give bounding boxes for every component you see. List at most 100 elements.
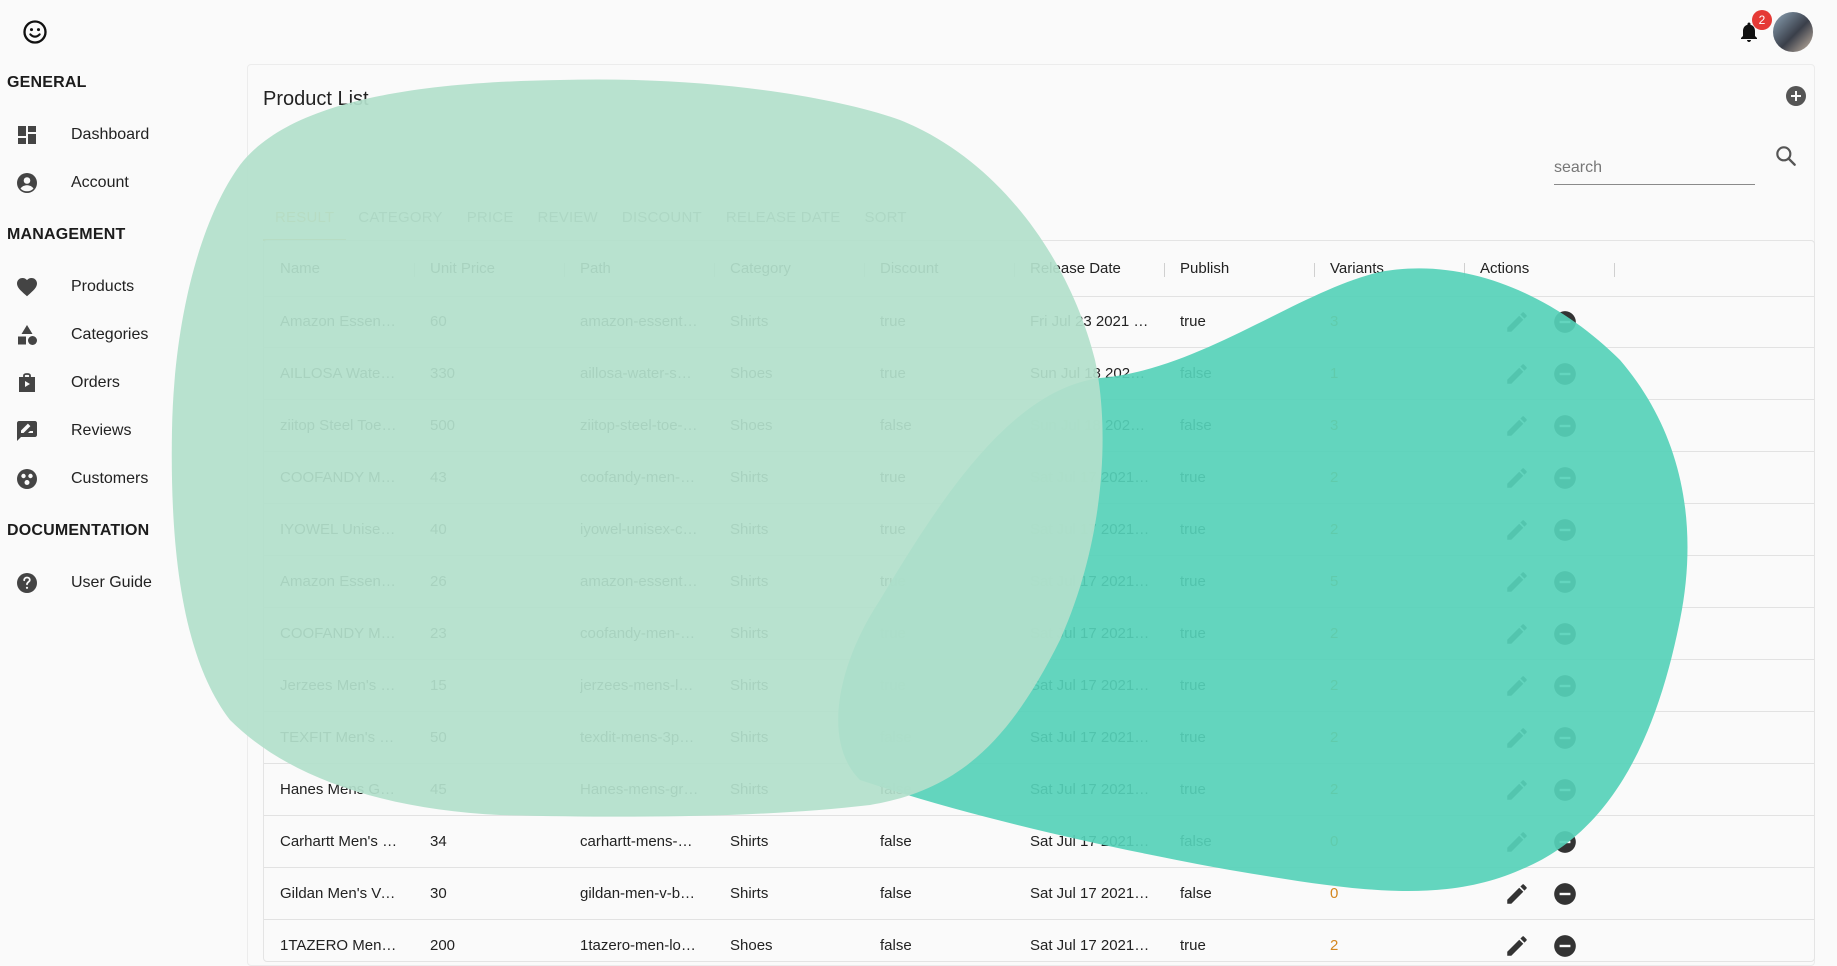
edit-icon[interactable]	[1504, 309, 1530, 335]
sidebar-item-orders[interactable]: Orders	[0, 363, 230, 403]
sidebar-item-dashboard[interactable]: Dashboard	[0, 115, 230, 155]
remove-icon[interactable]	[1552, 829, 1578, 855]
remove-icon[interactable]	[1552, 621, 1578, 647]
sidebar-item-account[interactable]: Account	[0, 163, 230, 203]
edit-icon[interactable]	[1504, 777, 1530, 803]
sidebar-item-products[interactable]: Products	[0, 267, 230, 307]
edit-icon[interactable]	[1504, 465, 1530, 491]
column-header-publish[interactable]: Publish	[1180, 241, 1229, 296]
remove-icon[interactable]	[1552, 777, 1578, 803]
column-header-variants[interactable]: Variants	[1330, 241, 1384, 296]
column-separator[interactable]	[1014, 263, 1015, 277]
column-header-category[interactable]: Category	[730, 241, 791, 296]
cell-discount: true	[880, 313, 906, 330]
table-row[interactable]: Carhartt Men's … 34 carhartt-mens-k… Shirts…	[264, 816, 1814, 868]
remove-icon[interactable]	[1552, 673, 1578, 699]
remove-icon[interactable]	[1552, 361, 1578, 387]
column-separator[interactable]	[1614, 263, 1615, 277]
cell-publish: true	[1180, 573, 1206, 590]
table-row[interactable]: COOFANDY Me… 43 coofandy-men-c… Shirts true S…	[264, 452, 1814, 504]
column-header-discount[interactable]: Discount	[880, 241, 938, 296]
column-separator[interactable]	[564, 263, 565, 277]
column-header-unit-price[interactable]: Unit Price	[430, 241, 495, 296]
table-row[interactable]: 1TAZERO Men… 200 1tazero-men-lo… Shoes false…	[264, 920, 1814, 961]
cell-unit-price: 50	[430, 729, 447, 746]
column-separator[interactable]	[1464, 263, 1465, 277]
cell-release-date: Sat Jul 17 2021 …	[1030, 729, 1150, 746]
column-separator[interactable]	[1164, 263, 1165, 277]
cell-category: Shirts	[730, 625, 769, 642]
table-row[interactable]: Hanes Mens Gr… 45 Hanes-mens-gr… Shirts fals…	[264, 764, 1814, 816]
edit-icon[interactable]	[1504, 569, 1530, 595]
edit-icon[interactable]	[1504, 881, 1530, 907]
cell-path: carhartt-mens-k…	[580, 833, 700, 850]
tab-price[interactable]: PRICE	[455, 197, 526, 239]
remove-icon[interactable]	[1552, 309, 1578, 335]
table-row[interactable]: ziitop Steel Toe … 500 ziitop-steel-toe-… S…	[264, 400, 1814, 452]
tab-discount[interactable]: DISCOUNT	[610, 197, 714, 239]
sidebar-item-reviews[interactable]: Reviews	[0, 411, 230, 451]
remove-icon[interactable]	[1552, 413, 1578, 439]
column-separator[interactable]	[1314, 263, 1315, 277]
sidebar-item-user-guide[interactable]: User Guide	[0, 563, 230, 603]
table-row[interactable]: Gildan Men's V-… 30 gildan-men-v-be… Shirts…	[264, 868, 1814, 920]
cell-variants: 2	[1330, 469, 1339, 486]
column-separator[interactable]	[714, 263, 715, 277]
add-product-icon[interactable]	[1784, 84, 1808, 108]
table-row[interactable]: Amazon Essenti… 60 amazon-essenti… Shirts tr…	[264, 296, 1814, 348]
column-header-path[interactable]: Path	[580, 241, 611, 296]
table-row[interactable]: COOFANDY Me… 23 coofandy-men-c… Shirts true S…	[264, 608, 1814, 660]
sidebar-item-label: Categories	[71, 326, 149, 343]
remove-icon[interactable]	[1552, 569, 1578, 595]
table-row[interactable]: AILLOSA Water… 330 aillosa-water-sh… Shoes t…	[264, 348, 1814, 400]
search-icon[interactable]	[1773, 143, 1799, 169]
column-header-release-date[interactable]: Release Date	[1030, 241, 1121, 296]
user-avatar[interactable]	[1773, 12, 1813, 52]
sidebar-item-categories[interactable]: Categories	[0, 315, 230, 355]
edit-icon[interactable]	[1504, 725, 1530, 751]
cell-release-date: Sat Jul 17 2021 …	[1030, 885, 1150, 902]
cell-publish: false	[1180, 417, 1212, 434]
column-separator[interactable]	[864, 263, 865, 277]
edit-icon[interactable]	[1504, 361, 1530, 387]
cell-variants: 2	[1330, 729, 1339, 746]
cell-name: COOFANDY Me…	[280, 469, 400, 486]
column-header-name[interactable]: Name	[280, 241, 320, 296]
table-row[interactable]: IYOWEL Unisex… 40 iyowel-unisex-c… Shirts tr…	[264, 504, 1814, 556]
column-header-actions[interactable]: Actions	[1480, 241, 1529, 296]
smiley-logo-icon[interactable]	[21, 18, 49, 46]
remove-icon[interactable]	[1552, 881, 1578, 907]
cell-variants: 2	[1330, 937, 1339, 954]
help-icon	[17, 573, 37, 593]
cell-release-date: Sat Jul 17 2021 …	[1030, 833, 1150, 850]
edit-icon[interactable]	[1504, 933, 1530, 959]
remove-icon[interactable]	[1552, 465, 1578, 491]
cell-path: 1tazero-men-lo…	[580, 937, 696, 954]
sidebar-item-customers[interactable]: Customers	[0, 459, 230, 499]
tab-review[interactable]: REVIEW	[526, 197, 610, 239]
sidebar-item-label: Customers	[71, 470, 149, 487]
tab-sort[interactable]: SORT	[853, 197, 919, 239]
tab-category[interactable]: CATEGORY	[346, 197, 454, 239]
edit-icon[interactable]	[1504, 829, 1530, 855]
remove-icon[interactable]	[1552, 933, 1578, 959]
edit-icon[interactable]	[1504, 517, 1530, 543]
sidebar-item-label: User Guide	[71, 574, 152, 591]
table-row[interactable]: Amazon Essenti… 26 amazon-essenti… Shirts tr…	[264, 556, 1814, 608]
remove-icon[interactable]	[1552, 725, 1578, 751]
tab-result[interactable]: RESULT	[263, 197, 347, 241]
edit-icon[interactable]	[1504, 673, 1530, 699]
search-input[interactable]	[1554, 152, 1755, 185]
cell-category: Shoes	[730, 937, 773, 954]
table-row[interactable]: TEXFIT Men's 3… 50 texdit-mens-3pa… Shirts f…	[264, 712, 1814, 764]
cell-name: Amazon Essenti…	[280, 573, 400, 590]
table-row[interactable]: Jerzees Men's L… 15 jerzees-mens-lo… Shirts…	[264, 660, 1814, 712]
column-separator[interactable]	[414, 263, 415, 277]
sidebar-section-management: MANAGEMENT	[7, 226, 126, 243]
cell-publish: true	[1180, 313, 1206, 330]
edit-icon[interactable]	[1504, 413, 1530, 439]
cell-path: gildan-men-v-be…	[580, 885, 700, 902]
tab-release-date[interactable]: RELEASE DATE	[714, 197, 853, 239]
remove-icon[interactable]	[1552, 517, 1578, 543]
edit-icon[interactable]	[1504, 621, 1530, 647]
